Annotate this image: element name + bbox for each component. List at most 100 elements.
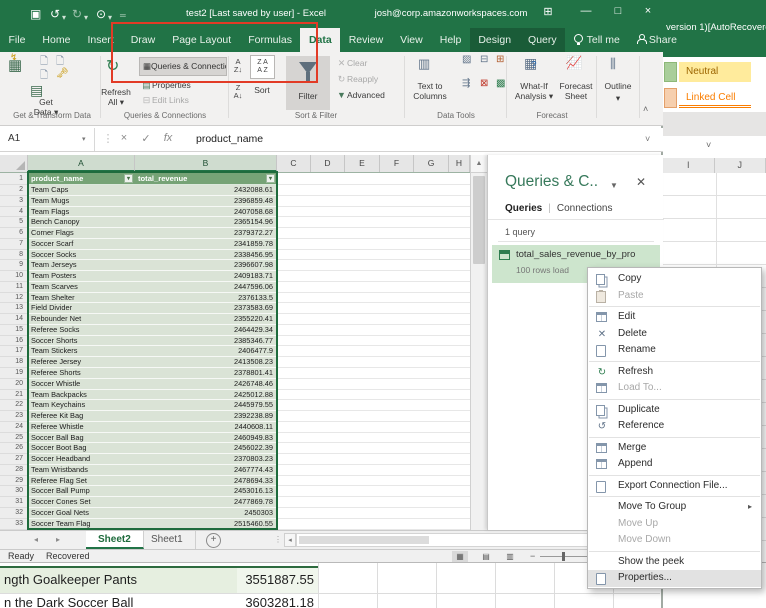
- data-validation-icon[interactable]: ⊞: [496, 54, 504, 65]
- cell-total-revenue[interactable]: 2413508.23: [135, 357, 277, 369]
- cell-total-revenue[interactable]: 2378801.41: [135, 368, 277, 379]
- row-number[interactable]: 32: [0, 507, 28, 519]
- table-row[interactable]: 12 Team Shelter 2376133.5: [0, 292, 470, 304]
- cell-total-revenue[interactable]: 2338456.95: [135, 249, 277, 261]
- undo-dropdown-icon[interactable]: ▾: [62, 10, 66, 26]
- flash-fill-icon[interactable]: ▨: [462, 54, 471, 65]
- cell-total-revenue[interactable]: 2392238.89: [135, 411, 277, 422]
- menu-item-edit[interactable]: Edit: [588, 309, 761, 326]
- chevron-down-icon[interactable]: ▾: [82, 135, 86, 143]
- cell-product-name[interactable]: Referee Whistle: [28, 421, 135, 433]
- touch-mode-icon[interactable]: ⊙: [96, 6, 106, 22]
- empty-cells[interactable]: [277, 476, 470, 487]
- cell-total-revenue[interactable]: 2456022.39: [135, 443, 277, 455]
- column-header-g[interactable]: G: [414, 155, 449, 172]
- filter-button[interactable]: Filter: [286, 56, 330, 110]
- empty-cells[interactable]: [277, 314, 470, 325]
- maximize-button[interactable]: □: [606, 5, 630, 17]
- menu-item-refresh[interactable]: ↻ Refresh: [588, 364, 761, 381]
- cell-total-revenue[interactable]: 2407058.68: [135, 206, 277, 218]
- cell-total-revenue[interactable]: 2450303: [135, 507, 277, 519]
- row-number[interactable]: 4: [0, 206, 28, 218]
- cell-total-revenue[interactable]: 2376133.5: [135, 292, 277, 304]
- empty-cells[interactable]: [277, 486, 470, 498]
- scrollbar-thumb[interactable]: [473, 176, 485, 264]
- menu-item-properties[interactable]: Properties...: [588, 570, 761, 587]
- cell-total-revenue[interactable]: 2432088.61: [135, 185, 277, 196]
- empty-cells[interactable]: [277, 400, 470, 412]
- cell-total-revenue[interactable]: 2478694.33: [135, 475, 277, 487]
- empty-cells[interactable]: [277, 357, 470, 369]
- empty-cells[interactable]: [277, 260, 470, 272]
- expand-formula-bar-icon[interactable]: ˅: [645, 134, 650, 144]
- cell-total-revenue[interactable]: 2425012.88: [135, 389, 277, 401]
- empty-cells[interactable]: [277, 282, 470, 293]
- row-number[interactable]: 23: [0, 411, 28, 422]
- row-number[interactable]: 27: [0, 454, 28, 465]
- from-web-icon[interactable]: 🗝: [56, 68, 69, 79]
- table-row[interactable]: 15 Referee Socks 2464429.34: [0, 324, 470, 336]
- ribbon-tab-file[interactable]: File: [0, 28, 34, 52]
- empty-cells[interactable]: [277, 379, 470, 390]
- table-row[interactable]: 6 Corner Flags 2379372.27: [0, 228, 470, 239]
- outline-dropdown-icon[interactable]: ▾: [600, 93, 636, 104]
- menu-item-rename[interactable]: Rename: [588, 342, 761, 359]
- save-icon[interactable]: ▣: [30, 6, 41, 22]
- scrollbar-thumb[interactable]: [299, 536, 429, 544]
- cell-product-name[interactable]: Team Scarves: [28, 281, 135, 293]
- cell-product-name[interactable]: Soccer Cones Set: [28, 497, 135, 508]
- menu-item-merge[interactable]: Merge: [588, 440, 761, 457]
- empty-cells[interactable]: [277, 239, 470, 250]
- table-row[interactable]: 8 Soccer Socks 2338456.95: [0, 249, 470, 261]
- cell-product-name[interactable]: Team Jerseys: [28, 260, 135, 272]
- row-number[interactable]: 7: [0, 238, 28, 250]
- table-row[interactable]: 25 Soccer Ball Bag 2460949.83: [0, 432, 470, 444]
- empty-cells[interactable]: [277, 271, 470, 282]
- ribbon-display-options-icon[interactable]: ⊞: [536, 5, 560, 18]
- row-number[interactable]: 26: [0, 443, 28, 455]
- row-number[interactable]: 28: [0, 464, 28, 476]
- close-button[interactable]: ×: [636, 5, 660, 17]
- empty-cells[interactable]: [277, 325, 470, 336]
- ribbon-tab-home[interactable]: Home: [34, 28, 79, 52]
- page-layout-view-icon[interactable]: ▤: [478, 551, 494, 562]
- cell-total-revenue[interactable]: 2385346.77: [135, 335, 277, 347]
- cell-product-name[interactable]: Soccer Team Flag: [28, 518, 135, 530]
- empty-cells[interactable]: [277, 411, 470, 422]
- outline-button[interactable]: Outline: [600, 81, 636, 92]
- cell-product-name[interactable]: Soccer Shorts: [28, 335, 135, 347]
- menu-item-move-to-group[interactable]: Move To Group ▸: [588, 499, 761, 516]
- row-number[interactable]: 17: [0, 346, 28, 358]
- cell-product-name[interactable]: Field Divider: [28, 303, 135, 315]
- column-header-f[interactable]: F: [380, 155, 414, 172]
- cell-total-revenue[interactable]: 2453016.13: [135, 486, 277, 498]
- row-number[interactable]: 5: [0, 217, 28, 229]
- zoom-slider-handle[interactable]: [562, 552, 565, 561]
- row-number[interactable]: 10: [0, 271, 28, 282]
- empty-cells[interactable]: [277, 454, 470, 465]
- column-header-j[interactable]: J: [715, 158, 766, 173]
- row-number[interactable]: 25: [0, 432, 28, 444]
- cell-total-revenue[interactable]: 2365154.96: [135, 217, 277, 229]
- cell-product-name[interactable]: Team Caps: [28, 185, 135, 196]
- cell-total-revenue[interactable]: 2355220.41: [135, 314, 277, 325]
- table-header-row[interactable]: 1 product_name ▾ total_revenue ▾: [0, 172, 470, 185]
- consolidate-icon[interactable]: ⇶: [462, 78, 470, 89]
- table-row[interactable]: 18 Referee Jersey 2413508.23: [0, 357, 470, 369]
- ribbon-tab-review[interactable]: Review: [340, 28, 391, 52]
- cell-total-revenue[interactable]: 2440608.11: [135, 421, 277, 433]
- ribbon-tab-tell-me[interactable]: Tell me: [565, 28, 628, 52]
- ribbon-tab-page-layout[interactable]: Page Layout: [164, 28, 240, 52]
- empty-cells[interactable]: [277, 368, 470, 379]
- normal-view-icon[interactable]: ▦: [452, 551, 468, 562]
- row-number[interactable]: 8: [0, 249, 28, 261]
- row-number[interactable]: 14: [0, 314, 28, 325]
- column-header-i[interactable]: I: [663, 158, 715, 173]
- cell-product-name[interactable]: Soccer Ball Pump: [28, 486, 135, 498]
- cell-product-name[interactable]: Team Backpacks: [28, 389, 135, 401]
- forecast-sheet-button[interactable]: Forecast Sheet: [556, 81, 596, 101]
- cell-total-revenue[interactable]: 2406477.9: [135, 346, 277, 358]
- row-number[interactable]: 16: [0, 335, 28, 347]
- empty-cells[interactable]: [277, 207, 470, 218]
- cell-product-name[interactable]: Referee Shorts: [28, 368, 135, 379]
